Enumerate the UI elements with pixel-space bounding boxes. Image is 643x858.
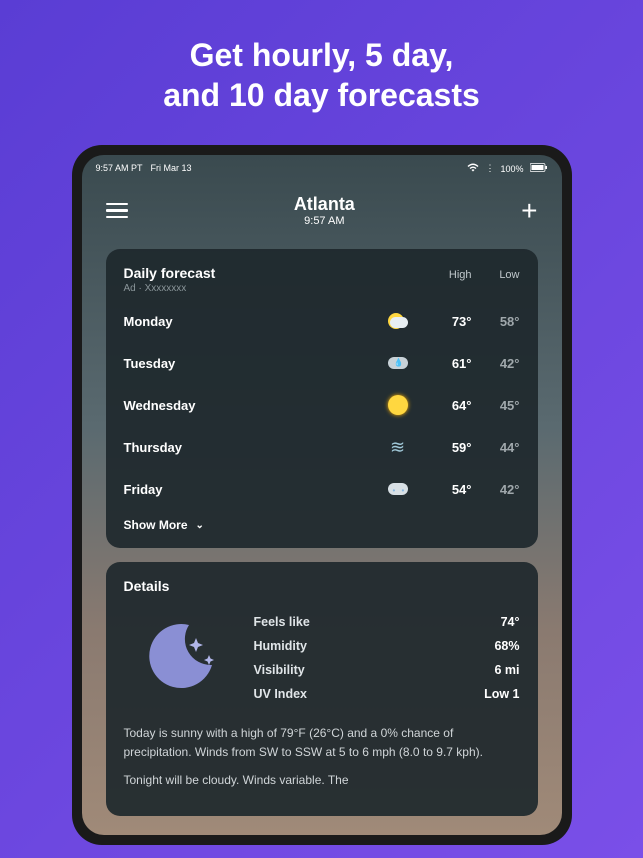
detail-label: Visibility [254,663,305,677]
add-location-button[interactable]: + [521,197,537,225]
temp-low: 45° [490,398,520,413]
details-card: Details Feels like 74° Humidity [106,562,538,816]
forecast-row[interactable]: Thursday ≋ 59° 44° [124,426,520,468]
day-name: Monday [124,314,384,329]
tablet-screen: 9:57 AM PT Fri Mar 13 ⋮ 100% Atlanta 9:5 [82,155,562,835]
location-time: 9:57 AM [294,215,355,227]
temp-low: 58° [490,314,520,329]
detail-value: 68% [494,639,519,653]
temp-high: 64° [442,398,472,413]
temp-low: 44° [490,440,520,455]
day-name: Tuesday [124,356,384,371]
forecast-text: Today is sunny with a high of 79°F (26°C… [124,724,520,790]
forecast-row[interactable]: Tuesday 💧 61° 42° [124,342,520,384]
detail-label: Humidity [254,639,307,653]
forecast-row[interactable]: Friday • • 54° 42° [124,468,520,510]
daily-forecast-card: Daily forecast High Low Ad · Xxxxxxxx Mo… [106,249,538,548]
temp-high: 61° [442,356,472,371]
wifi-icon [467,163,479,174]
detail-row: Humidity 68% [254,634,520,658]
temp-high: 73° [442,314,472,329]
forecast-row[interactable]: Wednesday 64° 45° [124,384,520,426]
nav-bar: Atlanta 9:57 AM + [82,182,562,235]
day-name: Friday [124,482,384,497]
ad-label: Ad · Xxxxxxxx [124,283,520,294]
detail-value: 74° [501,615,520,629]
status-bar: 9:57 AM PT Fri Mar 13 ⋮ 100% [82,155,562,182]
location-name: Atlanta [294,194,355,215]
battery-icon [530,163,548,174]
location-header[interactable]: Atlanta 9:57 AM [294,194,355,227]
high-label: High [442,269,472,281]
tablet-frame: 9:57 AM PT Fri Mar 13 ⋮ 100% Atlanta 9:5 [72,145,572,845]
temp-high: 59° [442,440,472,455]
detail-label: UV Index [254,687,308,701]
detail-label: Feels like [254,615,310,629]
details-title: Details [124,578,520,594]
moon-icon [124,610,234,706]
temp-low: 42° [490,356,520,371]
sunny-icon [384,391,412,419]
bluetooth-icon: ⋮ [485,163,494,174]
detail-row: Visibility 6 mi [254,658,520,682]
menu-icon[interactable] [106,203,128,219]
wind-icon: ≋ [384,433,412,461]
chevron-down-icon: ⌄ [196,520,204,531]
rainy-icon: 💧 [384,349,412,377]
status-time: 9:57 AM PT [96,163,143,174]
forecast-title: Daily forecast [124,265,442,281]
battery-percent: 100% [500,164,523,174]
status-date: Fri Mar 13 [151,163,192,174]
promo-headline: Get hourly, 5 day, and 10 day forecasts [0,0,643,145]
detail-row: Feels like 74° [254,610,520,634]
low-label: Low [490,269,520,281]
detail-row: UV Index Low 1 [254,682,520,706]
temp-low: 42° [490,482,520,497]
day-name: Wednesday [124,398,384,413]
forecast-row[interactable]: Monday 73° 58° [124,300,520,342]
snowy-icon: • • [384,475,412,503]
detail-value: Low 1 [484,687,519,701]
partly-cloudy-icon [384,307,412,335]
day-name: Thursday [124,440,384,455]
detail-value: 6 mi [494,663,519,677]
show-more-button[interactable]: Show More ⌄ [124,518,520,532]
temp-high: 54° [442,482,472,497]
